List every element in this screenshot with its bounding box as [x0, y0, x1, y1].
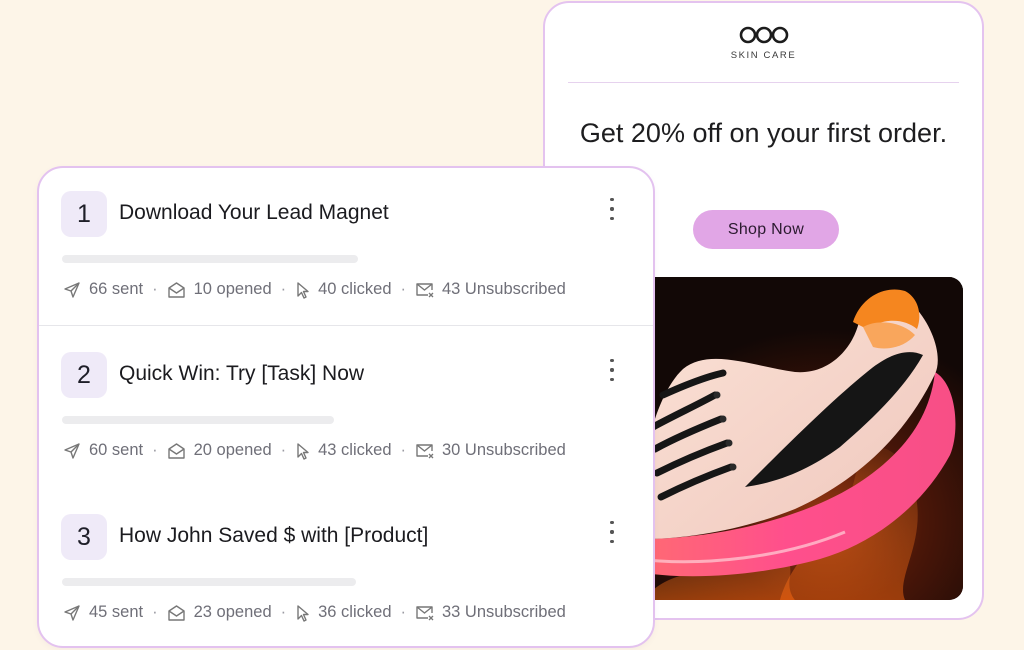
sequence-step[interactable]: 1 Download Your Lead Magnet 66 sent · 10… [39, 168, 653, 328]
canvas: SKIN CARE Get 20% off on your first orde… [0, 0, 1024, 650]
stat-sent: 60 sent [63, 441, 143, 460]
stat-separator: · [280, 280, 287, 298]
stat-separator: · [280, 603, 287, 621]
kebab-menu-icon[interactable] [607, 521, 617, 543]
brand-logo-icon [739, 26, 788, 44]
stat-separator: · [152, 441, 158, 459]
stat-sent: 45 sent [63, 603, 143, 622]
placeholder-bar [62, 255, 358, 263]
shop-now-button[interactable]: Shop Now [693, 210, 839, 249]
step-number-badge: 3 [61, 514, 107, 560]
brand-name: SKIN CARE [730, 50, 797, 61]
hero-product-image [605, 277, 963, 600]
sneaker-image [605, 277, 963, 600]
cursor-icon [297, 604, 309, 622]
step-stats: 66 sent · 10 opened · 40 clicked · 43 Un… [63, 280, 566, 299]
envelope-open-icon [167, 442, 185, 459]
stat-clicked: 43 clicked [295, 441, 392, 460]
stat-separator: · [400, 280, 407, 298]
placeholder-bar [62, 416, 334, 424]
stat-opened: 20 opened [167, 441, 272, 460]
stat-separator: · [400, 441, 407, 459]
step-stats: 60 sent · 20 opened · 43 clicked · 30 Un… [63, 441, 566, 460]
send-icon [64, 281, 80, 298]
row-divider [39, 325, 653, 326]
envelope-open-icon [167, 604, 185, 621]
stat-unsubscribed: 30 Unsubscribed [415, 441, 566, 460]
sequence-step[interactable]: 3 How John Saved $ with [Product] 45 sen… [39, 491, 653, 646]
kebab-menu-icon[interactable] [607, 359, 617, 381]
mail-unsubscribe-icon [416, 606, 434, 621]
stat-unsubscribed: 33 Unsubscribed [415, 603, 566, 622]
header-divider [568, 82, 959, 83]
step-stats: 45 sent · 23 opened · 36 clicked · 33 Un… [63, 603, 566, 622]
brand-header: SKIN CARE [545, 25, 982, 61]
step-title: Quick Win: Try [Task] Now [119, 362, 365, 385]
send-icon [64, 442, 80, 459]
placeholder-bar [62, 578, 356, 586]
stat-separator: · [152, 603, 158, 621]
stat-separator: · [400, 603, 407, 621]
envelope-open-icon [167, 281, 185, 298]
send-icon [64, 604, 80, 621]
stat-clicked: 40 clicked [295, 280, 392, 299]
stat-separator: · [152, 280, 158, 298]
mail-unsubscribe-icon [416, 283, 434, 298]
step-title: Download Your Lead Magnet [119, 201, 389, 224]
stat-sent: 66 sent [63, 280, 143, 299]
cursor-icon [297, 281, 309, 299]
email-headline: Get 20% off on your first order. [579, 118, 948, 148]
kebab-menu-icon[interactable] [607, 198, 617, 220]
stat-opened: 23 opened [167, 603, 272, 622]
sequence-step[interactable]: 2 Quick Win: Try [Task] Now 60 sent · 20… [39, 329, 653, 489]
stat-opened: 10 opened [167, 280, 272, 299]
step-number-badge: 2 [61, 352, 107, 398]
stat-clicked: 36 clicked [295, 603, 392, 622]
step-number-badge: 1 [61, 191, 107, 237]
email-sequence-card: 1 Download Your Lead Magnet 66 sent · 10… [37, 166, 655, 648]
mail-unsubscribe-icon [416, 444, 434, 459]
step-title: How John Saved $ with [Product] [119, 524, 429, 547]
cursor-icon [297, 442, 309, 460]
stat-separator: · [280, 441, 287, 459]
stat-unsubscribed: 43 Unsubscribed [415, 280, 566, 299]
